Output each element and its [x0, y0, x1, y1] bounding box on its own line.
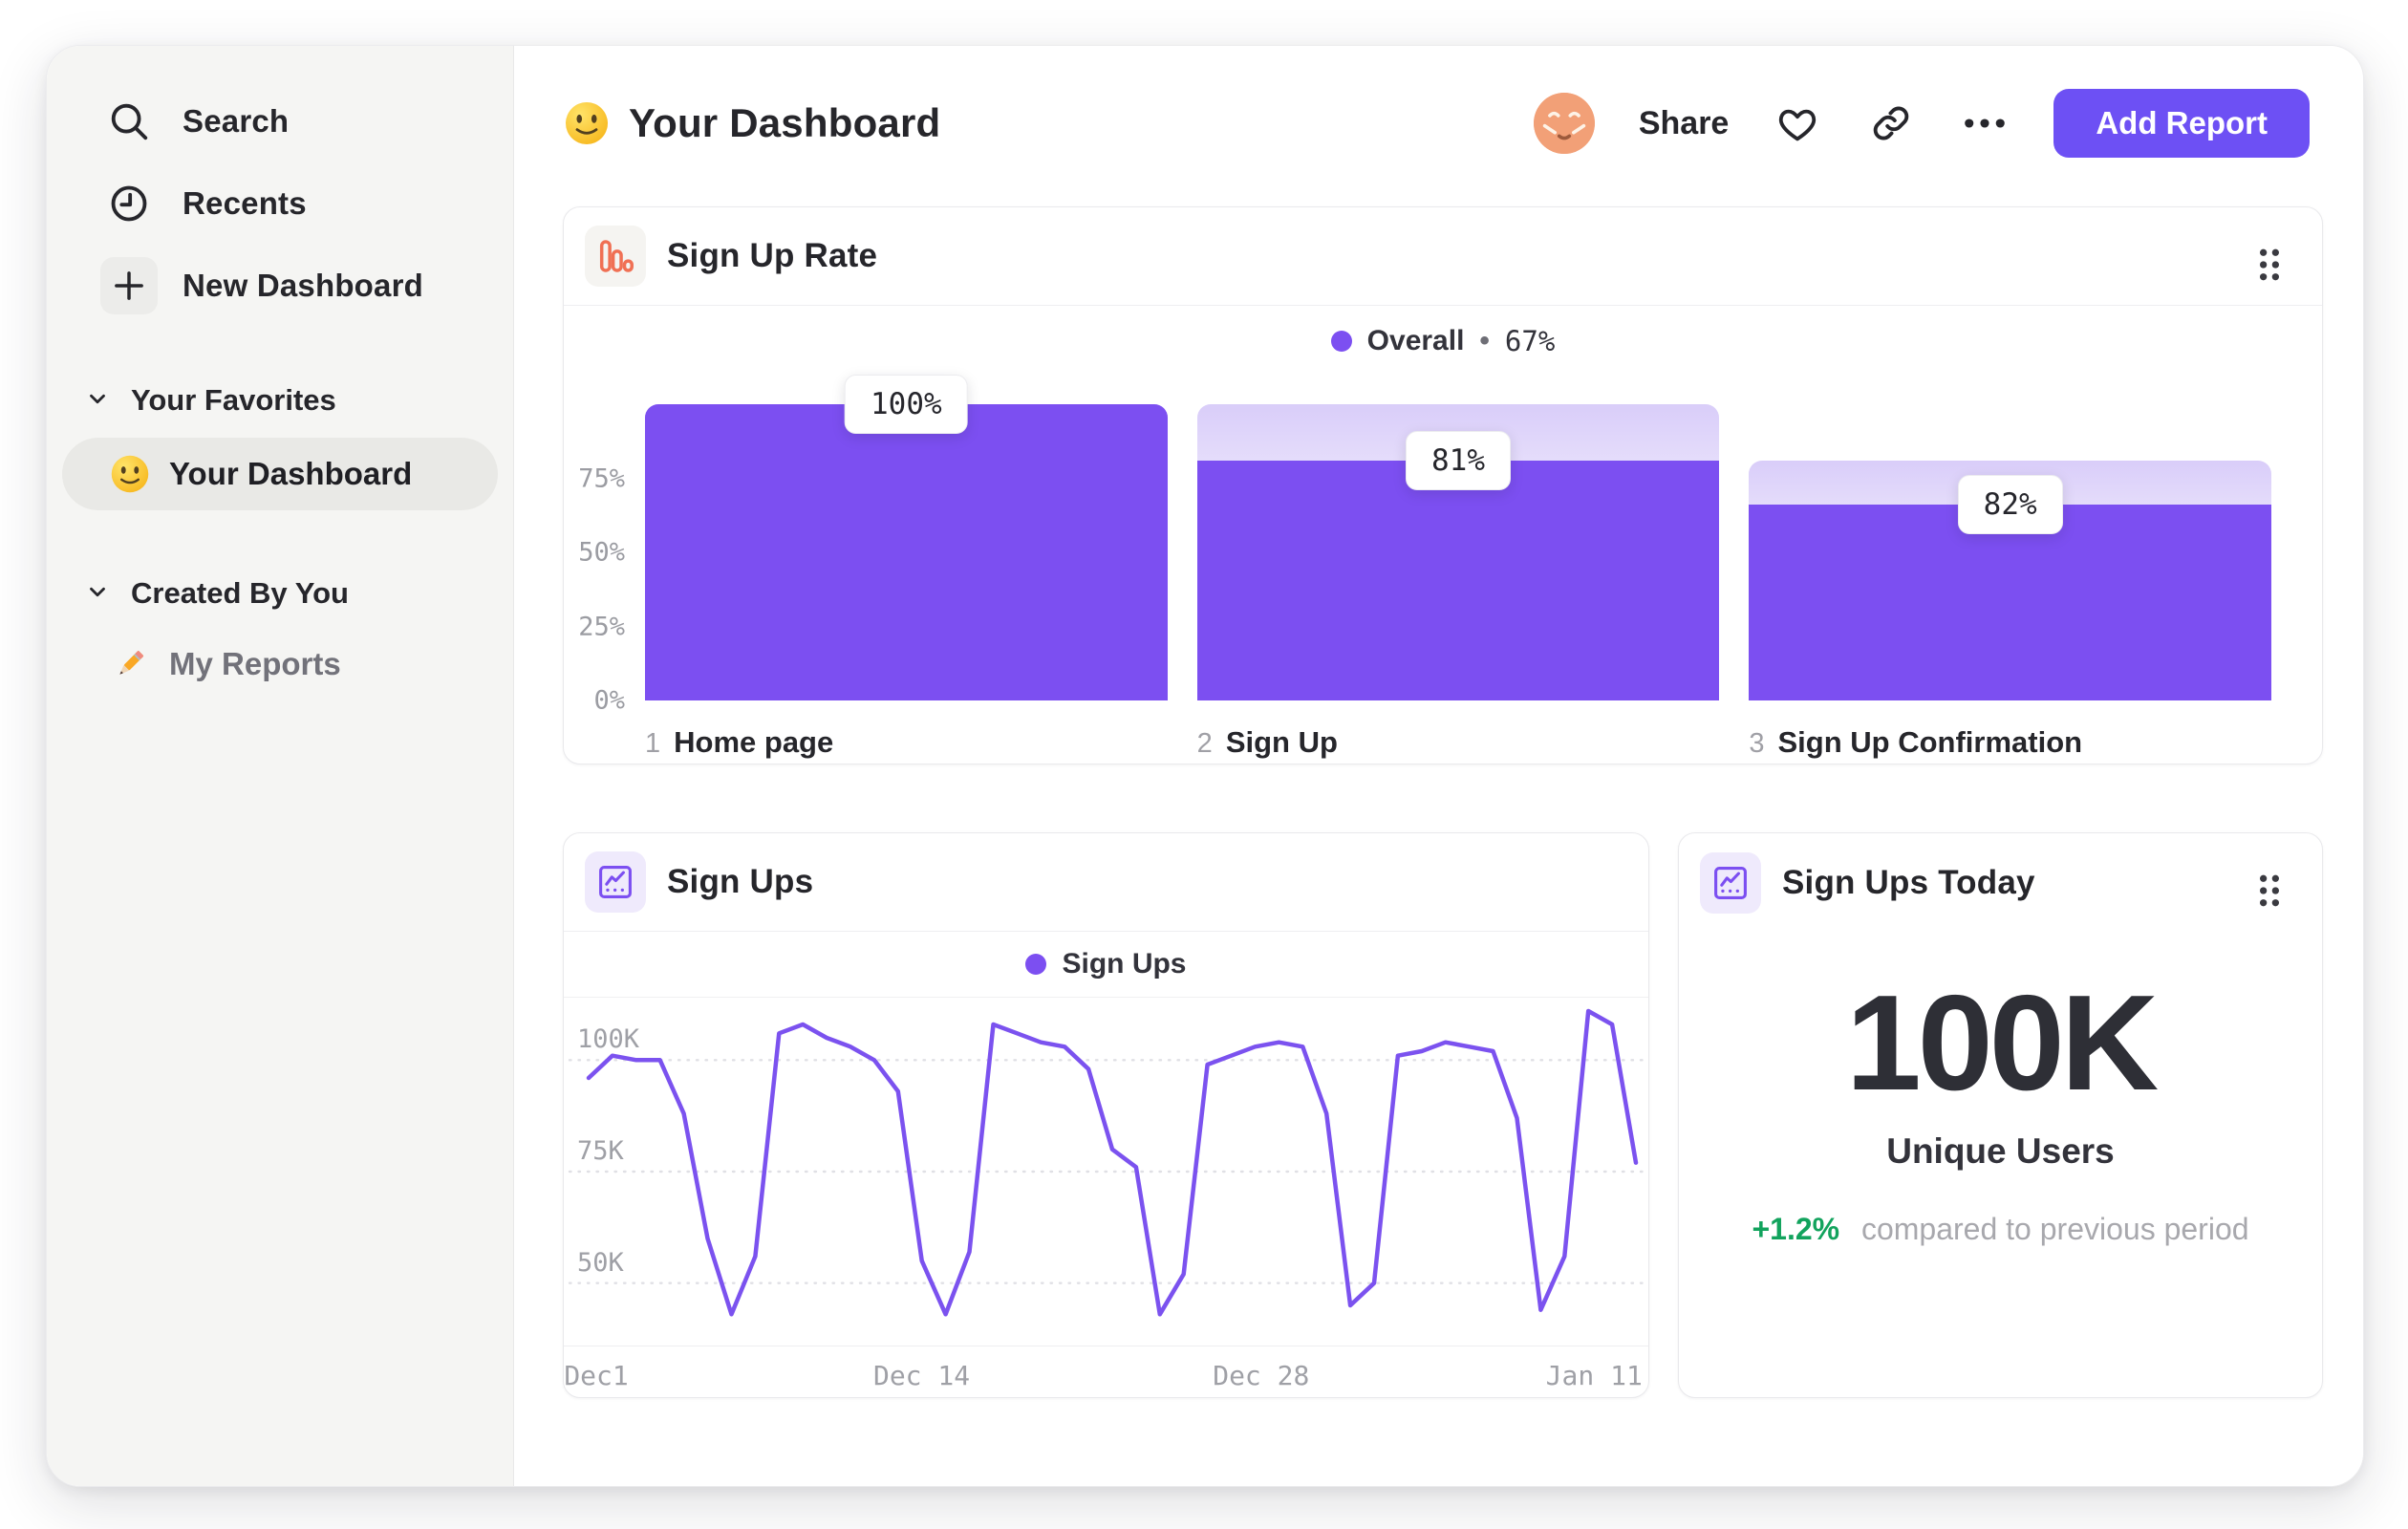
big-number-label: Unique Users — [1886, 1131, 2115, 1172]
funnel-step-label: 1 Home page — [645, 725, 1168, 760]
sidebar: Search Recents New Dashboard Your Favori… — [47, 46, 514, 1486]
sidebar-item-label: My Reports — [169, 646, 341, 681]
bottom-row: Sign Ups Sign Ups 100K 75K 50K Dec1 Dec 14 D… — [563, 832, 2323, 1398]
step-name: Sign Up Confirmation — [1777, 725, 2083, 759]
dashboard-content: Sign Up Rate Overall • 67% 75% 50% 25% 0… — [514, 201, 2363, 1398]
step-name: Home page — [674, 725, 834, 759]
funnel-step-label: 3 Sign Up Confirmation — [1749, 725, 2271, 760]
legend-dot — [1025, 954, 1047, 975]
sidebar-item-recents[interactable]: Recents — [62, 172, 498, 235]
funnel-y-tick: 25% — [578, 612, 625, 641]
card-header: Sign Up Rate — [564, 207, 2322, 306]
sign-ups-today-card: Sign Ups Today 100K Unique Users +1.2% c… — [1678, 832, 2323, 1398]
section-label: Created By You — [131, 576, 349, 610]
line-chart-icon — [585, 851, 646, 913]
funnel-value-tooltip: 81% — [1406, 430, 1511, 490]
legend-value: 67% — [1504, 325, 1556, 357]
page-title-wrap: Your Dashboard — [564, 100, 940, 146]
funnel-y-tick: 0% — [593, 685, 625, 716]
legend-separator: • — [1479, 325, 1490, 356]
big-number-body: 100K Unique Users +1.2% compared to prev… — [1679, 932, 2322, 1247]
delta-value: +1.2% — [1752, 1212, 1840, 1247]
legend-dot — [1330, 331, 1352, 352]
line-chart-svg — [568, 1008, 1646, 1317]
funnel-step-bar[interactable]: 100% — [645, 375, 1168, 700]
sidebar-item-my-reports[interactable]: My Reports — [62, 631, 498, 698]
drag-handle-icon[interactable] — [2255, 872, 2284, 915]
legend-series-label: Overall — [1366, 325, 1465, 356]
line-x-tick: Jan 11 — [1545, 1360, 1643, 1391]
sidebar-item-your-dashboard[interactable]: Your Dashboard — [62, 438, 498, 510]
search-icon — [100, 93, 158, 150]
sidebar-item-label: Search — [183, 103, 290, 139]
chevron-down-icon — [85, 579, 110, 609]
line-x-tick: Dec1 — [564, 1360, 629, 1391]
funnel-y-tick: 50% — [578, 537, 625, 568]
step-name: Sign Up — [1225, 725, 1338, 759]
delta-row: +1.2% compared to previous period — [1679, 1212, 2322, 1247]
sidebar-item-label: Your Dashboard — [169, 456, 413, 491]
page-title: Your Dashboard — [629, 100, 941, 145]
funnel-legend: Overall • 67% — [564, 306, 2322, 377]
sign-ups-card: Sign Ups Sign Ups 100K 75K 50K Dec1 Dec 14 D… — [563, 832, 1649, 1398]
smiley-emoji — [566, 102, 608, 144]
card-title: Sign Up Rate — [667, 237, 878, 274]
sidebar-section-your-favorites[interactable]: Your Favorites — [62, 377, 498, 424]
section-label: Your Favorites — [131, 383, 336, 417]
funnel-step-label: 2 Sign Up — [1197, 725, 1720, 760]
card-header: Sign Ups Today — [1679, 833, 2322, 932]
sidebar-item-search[interactable]: Search — [62, 90, 498, 153]
drag-handle-icon[interactable] — [2255, 246, 2284, 289]
funnel-y-tick: 75% — [578, 463, 625, 493]
step-index: 3 — [1749, 728, 1765, 759]
funnel-y-axis: 75% 50% 25% 0% — [564, 404, 625, 716]
funnel-step-bar[interactable]: 81% — [1196, 404, 1720, 700]
sidebar-item-new-dashboard[interactable]: New Dashboard — [62, 254, 498, 317]
dashboard-header: Your Dashboard Share Add Report — [514, 46, 2363, 201]
step-index: 1 — [645, 728, 661, 759]
line-legend: Sign Ups — [564, 932, 1648, 998]
copy-link-icon[interactable] — [1866, 98, 1916, 148]
add-report-button[interactable]: Add Report — [2053, 89, 2310, 158]
funnel-bar-fill — [645, 404, 1168, 700]
funnel-chart: 75% 50% 25% 0% 100% 81% 82% — [578, 375, 2272, 716]
funnel-value-tooltip: 82% — [1957, 475, 2063, 535]
line-x-tick: Dec 28 — [1213, 1360, 1310, 1391]
main-area: Your Dashboard Share Add Report Sign Up … — [514, 46, 2363, 1486]
card-header: Sign Ups — [564, 833, 1648, 932]
line-x-tick: Dec 14 — [872, 1360, 971, 1391]
plus-icon — [100, 257, 158, 314]
app-window: Search Recents New Dashboard Your Favori… — [46, 45, 2364, 1487]
chevron-down-icon — [85, 386, 110, 416]
sidebar-item-label: Recents — [183, 185, 307, 221]
legend-series-label: Sign Ups — [1062, 948, 1187, 980]
funnel-bar-fill — [1196, 460, 1720, 700]
funnel-step-bar[interactable]: 82% — [1749, 404, 2272, 700]
more-options-icon[interactable] — [1960, 98, 2010, 148]
bar-chart-icon — [585, 226, 646, 287]
line-chart-icon — [1700, 851, 1761, 914]
share-button[interactable]: Share — [1639, 105, 1730, 142]
sidebar-item-label: New Dashboard — [183, 268, 423, 303]
favorite-heart-icon[interactable] — [1773, 98, 1822, 148]
card-title: Sign Ups — [667, 863, 814, 900]
step-index: 2 — [1196, 728, 1213, 759]
delta-note: compared to previous period — [1860, 1212, 2249, 1247]
clock-icon — [100, 175, 158, 232]
line-plot: 100K 75K 50K — [564, 998, 1648, 1346]
header-actions: Share Add Report — [1533, 89, 2310, 158]
funnel-bars: 100% 81% 82% — [645, 375, 2272, 700]
avatar[interactable] — [1533, 93, 1595, 154]
sign-ups-line — [586, 1008, 1639, 1317]
smiley-emoji — [111, 455, 149, 493]
sidebar-section-created-by-you[interactable]: Created By You — [62, 570, 498, 617]
sign-up-rate-card: Sign Up Rate Overall • 67% 75% 50% 25% 0… — [563, 206, 2323, 764]
pencil-emoji — [119, 651, 144, 675]
funnel-step-labels: 1 Home page 2 Sign Up 3 Sign Up Confirmation — [645, 725, 2271, 760]
card-title: Sign Ups Today — [1782, 863, 2035, 901]
big-number-value: 100K — [1845, 967, 2159, 1119]
line-x-axis: Dec1 Dec 14 Dec 28 Jan 11 — [564, 1346, 1648, 1398]
funnel-value-tooltip: 100% — [845, 375, 968, 434]
